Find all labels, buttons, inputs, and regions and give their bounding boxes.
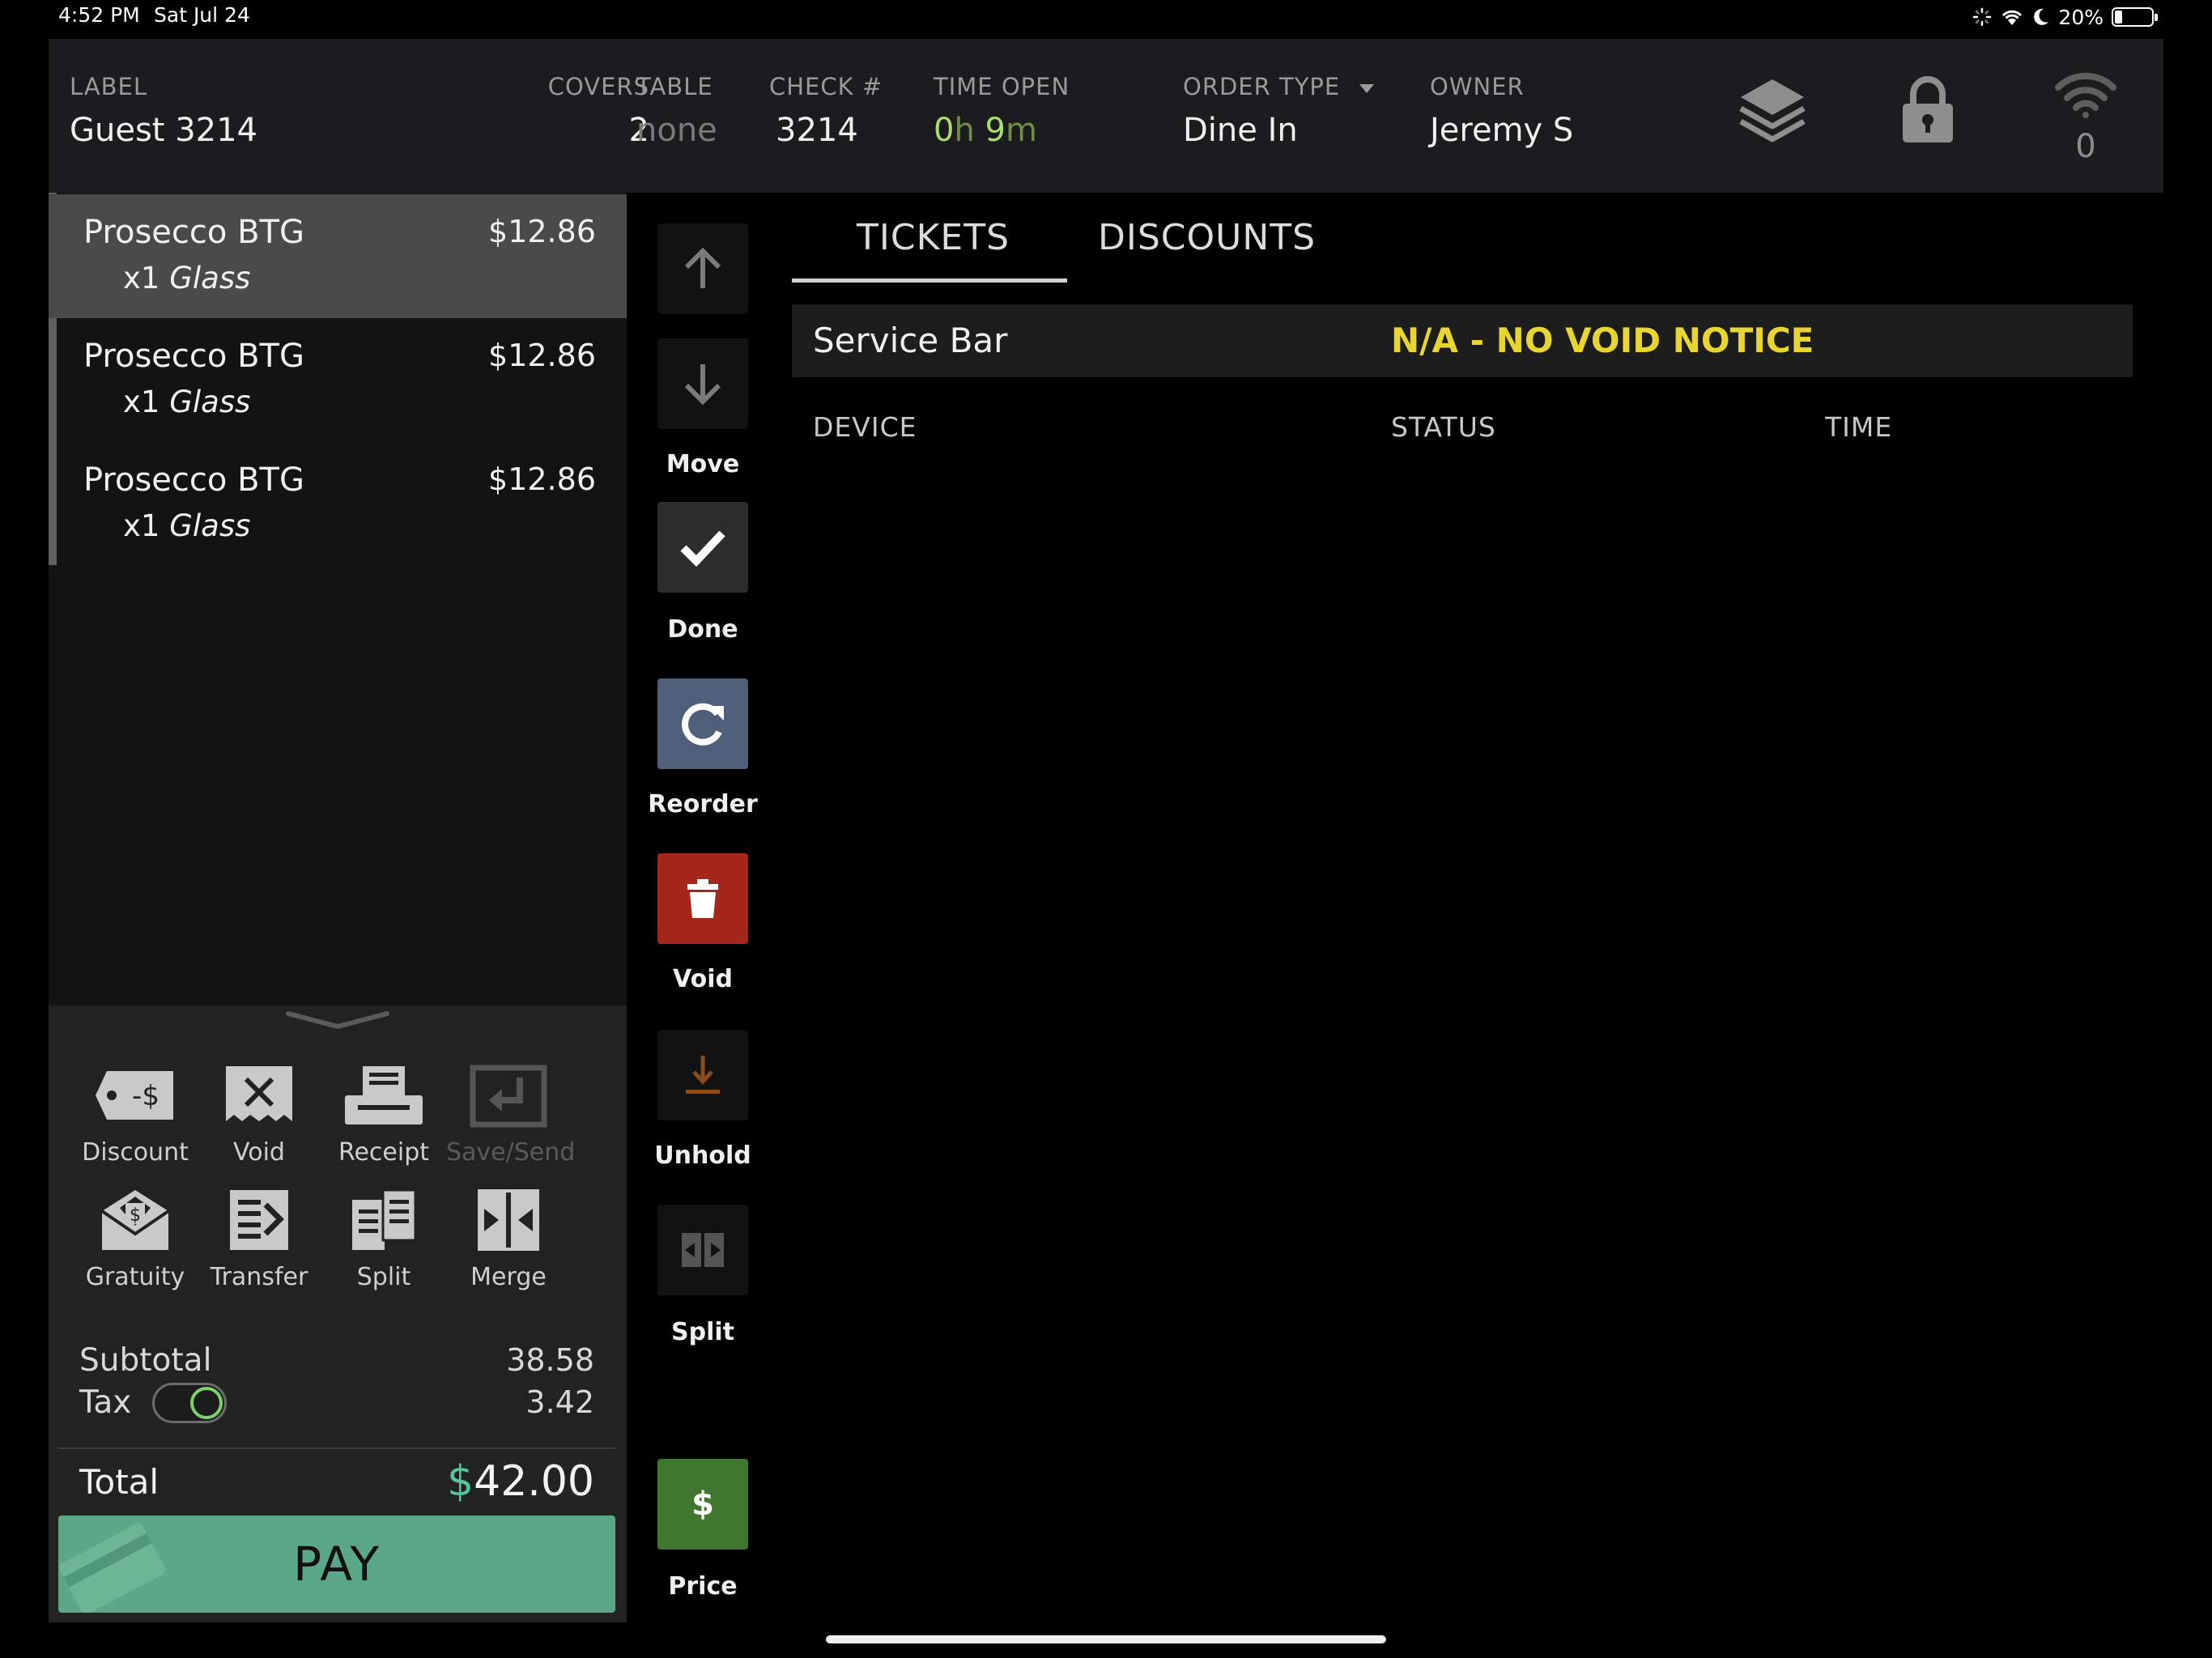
column-header-device: DEVICE (813, 411, 917, 443)
discount-button[interactable]: -$ Discount (73, 1059, 198, 1167)
arrow-up-icon (684, 247, 721, 288)
arrow-down-icon (684, 364, 721, 406)
void-item-button[interactable] (657, 853, 748, 944)
order-items-list[interactable]: Prosecco BTG $12.86 x1 Glass Prosecco BT… (49, 193, 627, 1005)
tax-toggle[interactable] (152, 1383, 227, 1423)
merge-icon (478, 1189, 539, 1251)
printer-icon (345, 1066, 423, 1124)
move-up-button[interactable] (657, 223, 748, 314)
ticket-name: Service Bar (813, 321, 1008, 360)
battery-icon (2112, 7, 2158, 27)
order-type-value: Dine In (1183, 112, 1298, 149)
layers-icon[interactable] (1738, 76, 1807, 147)
order-item[interactable]: Prosecco BTG $12.86 x1 Glass (49, 442, 627, 566)
svg-text:-$: -$ (132, 1080, 160, 1112)
void-item-label: Void (673, 965, 733, 993)
price-label: Price (668, 1572, 738, 1601)
ticket-status: N/A - NO VOID NOTICE (1391, 321, 1814, 360)
tax-value: 3.42 (525, 1384, 594, 1420)
check-number: 3214 (776, 112, 858, 149)
moon-icon (2034, 8, 2049, 25)
tab-discounts[interactable]: DISCOUNTS (1098, 217, 1316, 258)
caret-down-icon (1359, 84, 1375, 93)
table-value: none (636, 112, 717, 149)
panel-grip-icon[interactable] (283, 1009, 392, 1033)
total-label: Total (79, 1462, 160, 1502)
order-item[interactable]: Prosecco BTG $12.86 x1 Glass (49, 194, 627, 318)
column-header-time: TIME (1825, 411, 1893, 443)
unhold-button[interactable] (657, 1030, 748, 1120)
pay-button[interactable]: PAY (58, 1516, 615, 1613)
merge-button[interactable]: Merge (446, 1184, 571, 1291)
battery-percent: 20% (2058, 5, 2104, 29)
move-label: Move (666, 450, 740, 478)
move-down-button[interactable] (657, 338, 748, 429)
transfer-icon (230, 1190, 288, 1250)
header-order-type[interactable]: ORDER TYPE Dine In (1183, 73, 1376, 149)
header-table[interactable]: TABLE none (636, 73, 717, 149)
owner-value: Jeremy S (1430, 112, 1574, 149)
reorder-label: Reorder (648, 790, 758, 818)
status-right: 20% (1972, 3, 2158, 31)
split-item-label: Split (671, 1318, 734, 1346)
done-label: Done (667, 615, 738, 644)
reorder-icon (682, 703, 724, 746)
column-header-status: STATUS (1391, 411, 1496, 443)
gratuity-envelope-icon: $ (100, 1190, 170, 1250)
receipt-button[interactable]: Receipt (321, 1059, 446, 1167)
status-time: 4:52 PM (58, 3, 140, 27)
covers-value: 2 (628, 112, 649, 149)
save-send-icon (470, 1065, 547, 1128)
split-check-icon (352, 1188, 417, 1250)
reorder-button[interactable] (657, 678, 748, 769)
check-header: LABEL Guest 3214 COVERS 2 TABLE none CHE… (49, 39, 2163, 193)
header-time-open: TIME OPEN 0h 9m (934, 73, 1070, 149)
split-check-button[interactable]: Split (321, 1184, 446, 1291)
svg-text:$: $ (130, 1205, 141, 1226)
order-item[interactable]: Prosecco BTG $12.86 x1 Glass (49, 318, 627, 442)
split-item-icon (682, 1233, 724, 1267)
split-item-button[interactable] (657, 1205, 748, 1295)
save-send-button[interactable]: Save/Send (446, 1059, 575, 1167)
home-indicator[interactable] (826, 1635, 1386, 1643)
subtotal-label: Subtotal (79, 1342, 212, 1379)
time-open-value: 0h 9m (934, 112, 1037, 149)
detail-tabs: TICKETS DISCOUNTS (792, 194, 2133, 285)
gratuity-button[interactable]: $ Gratuity (73, 1184, 198, 1291)
header-check-number: CHECK # 3214 (769, 73, 883, 149)
tax-toggle-knob (190, 1387, 223, 1419)
status-date: Sat Jul 24 (154, 3, 250, 27)
tab-tickets[interactable]: TICKETS (857, 217, 1010, 258)
wifi-count: 0 (2075, 128, 2096, 165)
checkmark-icon (680, 530, 725, 568)
guest-label: Guest 3214 (70, 112, 257, 149)
lock-icon[interactable] (1899, 74, 1956, 144)
header-label[interactable]: LABEL Guest 3214 (70, 73, 257, 149)
active-tab-indicator (792, 278, 1067, 283)
void-check-button[interactable]: Void (197, 1059, 321, 1167)
total-value: $42.00 (447, 1457, 594, 1506)
subtotal-value: 38.58 (506, 1342, 594, 1378)
dollar-icon: $ (691, 1486, 714, 1523)
done-button[interactable] (657, 502, 748, 593)
status-bar: 4:52 PM Sat Jul 24 20% (0, 0, 2212, 36)
wifi-icon[interactable] (2053, 70, 2118, 118)
discount-tag-icon: -$ (96, 1071, 173, 1120)
tax-label: Tax (79, 1384, 132, 1421)
header-owner[interactable]: OWNER Jeremy S (1430, 73, 1573, 149)
trash-icon (687, 879, 718, 918)
unhold-icon (686, 1056, 720, 1094)
wifi-status-icon (2002, 10, 2023, 25)
pay-label: PAY (293, 1537, 381, 1592)
ticket-row[interactable]: Service Bar N/A - NO VOID NOTICE (792, 304, 2133, 377)
void-receipt-icon (226, 1066, 292, 1121)
transfer-button[interactable]: Transfer (197, 1184, 321, 1291)
unhold-label: Unhold (654, 1141, 751, 1170)
totals-divider (58, 1448, 615, 1449)
price-button[interactable]: $ (657, 1459, 748, 1550)
loading-icon (1973, 7, 1992, 27)
header-covers[interactable]: COVERS 2 (502, 73, 649, 149)
